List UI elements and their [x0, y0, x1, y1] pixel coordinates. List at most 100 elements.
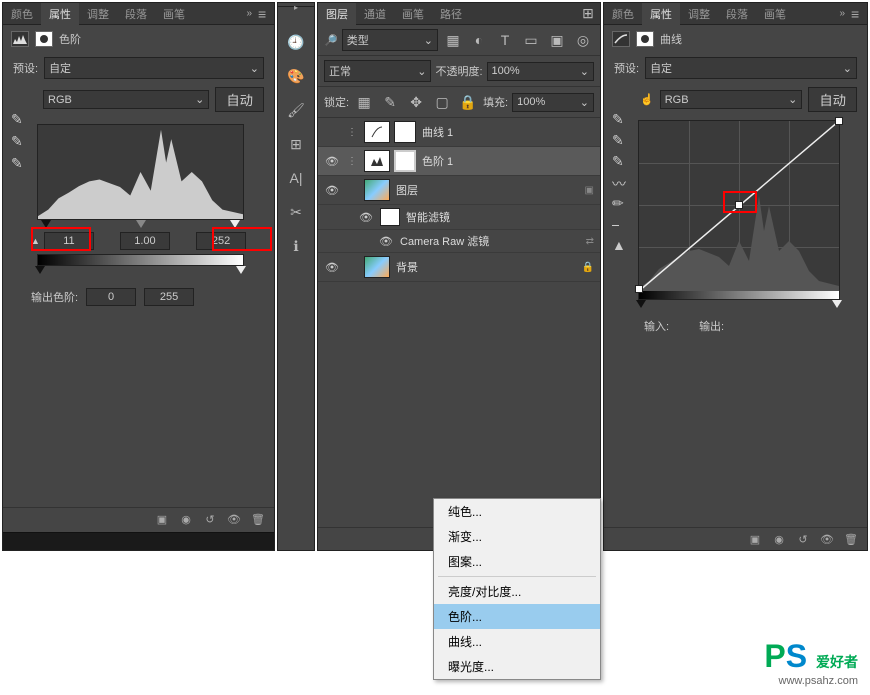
- input-white-field[interactable]: 252: [196, 232, 246, 250]
- tab-properties[interactable]: 属性: [41, 3, 79, 25]
- curve-tool-icon[interactable]: 〰: [612, 174, 628, 190]
- menu-gradient[interactable]: 渐变...: [434, 524, 600, 549]
- mask-thumb[interactable]: [394, 150, 416, 172]
- white-point-slider[interactable]: [230, 220, 240, 228]
- white-eyedropper-icon[interactable]: ✎: [612, 153, 628, 169]
- clip-icon[interactable]: ▣: [747, 532, 763, 546]
- channel-select[interactable]: RGB⌄: [660, 90, 803, 109]
- lock-brush-icon[interactable]: ✎: [379, 91, 401, 113]
- grid-icon[interactable]: ⊞: [580, 6, 596, 22]
- menu-pattern[interactable]: 图案...: [434, 549, 600, 574]
- layer-row-levels[interactable]: 👁 ⋮ 色阶 1: [318, 147, 600, 176]
- menu-exposure[interactable]: 曝光度...: [434, 654, 600, 679]
- tab-brushes[interactable]: 画笔: [394, 3, 432, 25]
- filter-settings-icon[interactable]: ⇄: [586, 236, 594, 247]
- visibility-toggle[interactable]: 👁: [324, 184, 340, 197]
- white-point-eyedropper-icon[interactable]: ✎: [11, 155, 27, 171]
- layer-row-cameraraw[interactable]: 👁 Camera Raw 滤镜 ⇄: [318, 230, 600, 253]
- visibility-toggle[interactable]: [324, 126, 340, 138]
- visibility-icon[interactable]: 👁: [226, 512, 242, 526]
- menu-levels[interactable]: 色阶...: [434, 604, 600, 629]
- tab-color[interactable]: 颜色: [3, 3, 41, 25]
- visibility-toggle[interactable]: 👁: [358, 211, 374, 224]
- output-white-field[interactable]: 255: [144, 288, 194, 306]
- tab-properties[interactable]: 属性: [642, 3, 680, 25]
- layer-row-smartfilter[interactable]: 👁 智能滤镜: [318, 205, 600, 230]
- menu-brightness[interactable]: 亮度/对比度...: [434, 579, 600, 604]
- pencil-tool-icon[interactable]: ✏: [612, 195, 628, 211]
- trash-icon[interactable]: 🗑: [250, 512, 266, 526]
- menu-curves[interactable]: 曲线...: [434, 629, 600, 654]
- brush-settings-icon[interactable]: 🖌: [285, 99, 307, 121]
- layer-name[interactable]: Camera Raw 滤镜: [400, 233, 489, 249]
- auto-button[interactable]: 自动: [215, 87, 264, 112]
- input-white-slider[interactable]: [832, 300, 842, 308]
- fill-select[interactable]: 100%⌄: [512, 93, 594, 112]
- view-prev-icon[interactable]: ◉: [178, 512, 194, 526]
- tab-paragraph[interactable]: 段落: [117, 3, 155, 25]
- tab-brush[interactable]: 画笔: [155, 3, 193, 25]
- panel-menu-icon[interactable]: [851, 9, 863, 19]
- auto-button[interactable]: 自动: [808, 87, 857, 112]
- opacity-select[interactable]: 100%⌄: [487, 62, 594, 81]
- output-black-field[interactable]: 0: [86, 288, 136, 306]
- input-gamma-field[interactable]: 1.00: [120, 232, 170, 250]
- tab-brush[interactable]: 画笔: [756, 3, 794, 25]
- input-slider[interactable]: [37, 220, 244, 230]
- swatches-icon[interactable]: 🎨: [285, 65, 307, 87]
- layer-row-image[interactable]: 👁 图层 ▣: [318, 176, 600, 205]
- lock-pixels-icon[interactable]: ▦: [353, 91, 375, 113]
- black-point-slider[interactable]: [41, 220, 51, 228]
- filter-smart-icon[interactable]: ▣: [546, 29, 568, 51]
- layer-row-background[interactable]: 👁 背景 🔒: [318, 253, 600, 282]
- lock-position-icon[interactable]: ✥: [405, 91, 427, 113]
- layer-name[interactable]: 智能滤镜: [406, 209, 450, 225]
- filter-adj-icon[interactable]: ◐: [468, 29, 490, 51]
- black-point-eyedropper-icon[interactable]: ✎: [11, 111, 27, 127]
- preset-select[interactable]: 自定⌄: [44, 57, 264, 79]
- filter-kind-icon[interactable]: 🔎: [324, 34, 338, 47]
- output-white-slider[interactable]: [236, 266, 246, 274]
- visibility-icon[interactable]: 👁: [819, 532, 835, 546]
- reset-icon[interactable]: ↺: [202, 512, 218, 526]
- input-black-slider[interactable]: [636, 300, 646, 308]
- expand-icon[interactable]: »: [246, 8, 252, 19]
- targeted-adjust-icon[interactable]: ☝: [640, 93, 654, 106]
- menu-solid-color[interactable]: 纯色...: [434, 499, 600, 524]
- curve-point-black[interactable]: [635, 285, 643, 293]
- visibility-toggle[interactable]: 👁: [378, 235, 394, 248]
- filter-type-icon[interactable]: T: [494, 29, 516, 51]
- tool-presets-icon[interactable]: ✂: [285, 201, 307, 223]
- layer-name[interactable]: 背景: [396, 259, 418, 275]
- character-icon[interactable]: A|: [285, 167, 307, 189]
- tab-paragraph[interactable]: 段落: [718, 3, 756, 25]
- clip-icon[interactable]: ▣: [154, 512, 170, 526]
- output-black-slider[interactable]: [35, 266, 45, 274]
- preset-select[interactable]: 自定⌄: [645, 57, 857, 79]
- histogram-toggle-icon[interactable]: ▲: [612, 237, 628, 253]
- gray-point-eyedropper-icon[interactable]: ✎: [11, 133, 27, 149]
- panel-menu-icon[interactable]: [258, 9, 270, 19]
- smooth-icon[interactable]: ⎯: [612, 216, 628, 232]
- layer-name[interactable]: 图层: [396, 182, 418, 198]
- visibility-toggle[interactable]: 👁: [324, 261, 340, 274]
- filter-shape-icon[interactable]: ▭: [520, 29, 542, 51]
- collapsed-panel[interactable]: [3, 532, 274, 550]
- tab-adjustments[interactable]: 调整: [680, 3, 718, 25]
- input-black-field[interactable]: 11: [44, 232, 94, 250]
- mask-icon[interactable]: [636, 31, 654, 47]
- expand-icon[interactable]: »: [839, 8, 845, 19]
- mask-icon[interactable]: [35, 31, 53, 47]
- curve-point-white[interactable]: [835, 117, 843, 125]
- gray-eyedropper-icon[interactable]: ✎: [612, 132, 628, 148]
- clone-source-icon[interactable]: ⊞: [285, 133, 307, 155]
- visibility-toggle[interactable]: 👁: [324, 155, 340, 168]
- history-icon[interactable]: 🕘: [285, 31, 307, 53]
- tab-adjustments[interactable]: 调整: [79, 3, 117, 25]
- lock-all-icon[interactable]: 🔒: [457, 91, 479, 113]
- trash-icon[interactable]: 🗑: [843, 532, 859, 546]
- tab-paths[interactable]: 路径: [432, 3, 470, 25]
- tab-channels[interactable]: 通道: [356, 3, 394, 25]
- tab-color[interactable]: 颜色: [604, 3, 642, 25]
- cc-icon[interactable]: ◎: [572, 29, 594, 51]
